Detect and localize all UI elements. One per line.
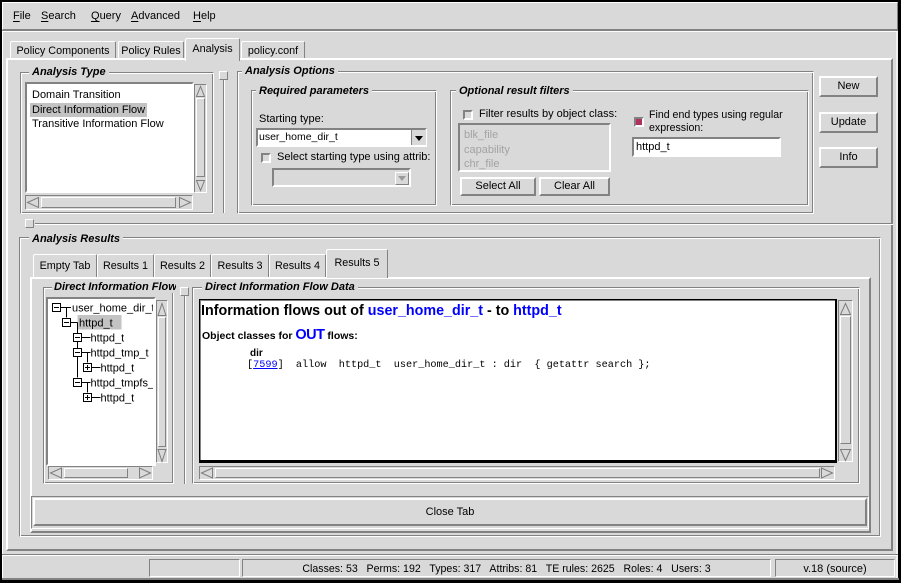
svg-text:httpd_t: httpd_t [101, 393, 135, 405]
svg-text:httpd_tmp_t: httpd_tmp_t [91, 348, 149, 360]
svg-text:httpd_t: httpd_t [79, 318, 113, 330]
svg-text:httpd_t: httpd_t [91, 333, 125, 345]
svg-text:httpd_tmpfs_t: httpd_tmpfs_t [91, 378, 154, 390]
svg-text:user_home_dir_t: user_home_dir_t [72, 303, 153, 315]
svg-text:httpd_t: httpd_t [101, 363, 135, 375]
